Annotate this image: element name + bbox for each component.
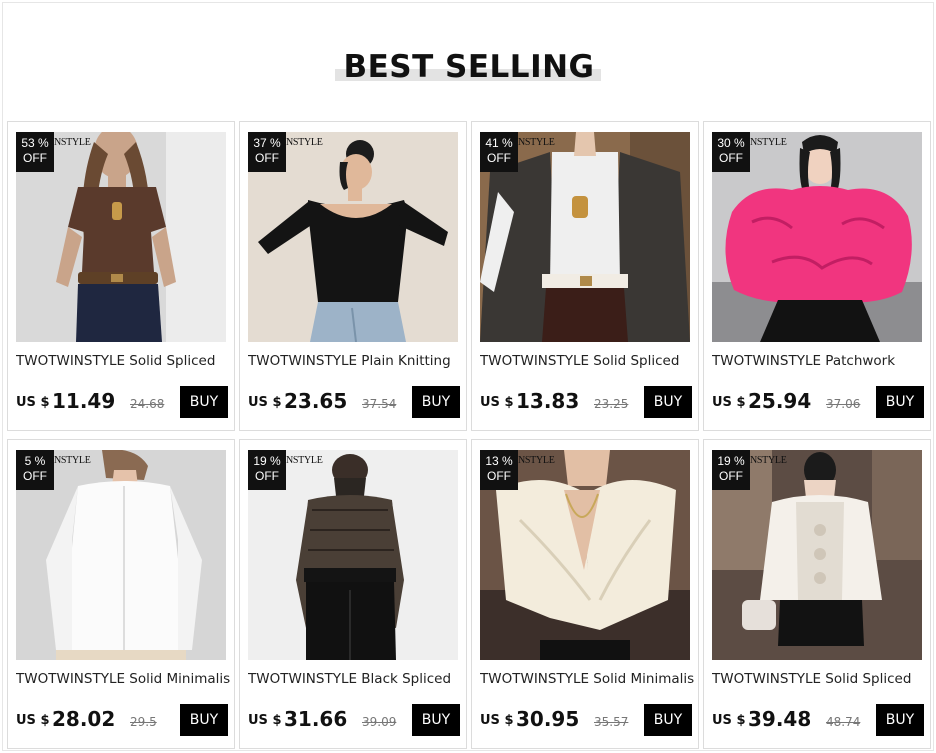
discount-badge: 19 % OFF xyxy=(712,450,750,490)
currency-label: US $ xyxy=(248,395,282,410)
product-card[interactable]: 30 % OFF NSTYLE TWOTWINSTYLE Patchwork U… xyxy=(703,121,931,431)
brand-logo: NSTYLE xyxy=(54,455,91,466)
sale-price: 11.49 xyxy=(52,389,116,413)
discount-badge: 53 % OFF xyxy=(16,132,54,172)
discount-badge: 13 % OFF xyxy=(480,450,518,490)
sale-price: 39.48 xyxy=(748,707,812,731)
discount-percent: 37 % xyxy=(253,136,281,150)
original-price: 48.74 xyxy=(826,715,861,729)
price-row: US $ 25.94 37.06 BUY xyxy=(712,386,926,418)
price-row: US $ 11.49 24.68 BUY xyxy=(16,386,230,418)
brand-logo: NSTYLE xyxy=(286,137,323,148)
product-card[interactable]: 19 % OFF NSTYLE TWOTWINSTYLE Solid Splic… xyxy=(703,439,931,749)
currency-label: US $ xyxy=(16,395,50,410)
product-card[interactable]: 41 % OFF NSTYLE TWOTWINSTYLE Solid Splic… xyxy=(471,121,699,431)
section-title: BEST SELLING xyxy=(343,49,595,85)
discount-off-label: OFF xyxy=(487,151,511,165)
product-card[interactable]: 13 % OFF NSTYLE TWOTWINSTYLE Solid Minim… xyxy=(471,439,699,749)
sale-price: 30.95 xyxy=(516,707,580,731)
original-price: 23.25 xyxy=(594,397,629,411)
sale-price: 25.94 xyxy=(748,389,812,413)
product-title[interactable]: TWOTWINSTYLE Patchwork xyxy=(712,353,926,369)
sale-price: 13.83 xyxy=(516,389,580,413)
discount-off-label: OFF xyxy=(719,151,743,165)
product-title[interactable]: TWOTWINSTYLE Solid Spliced xyxy=(712,671,926,687)
buy-button[interactable]: BUY xyxy=(180,704,228,736)
product-title[interactable]: TWOTWINSTYLE Solid Spliced xyxy=(480,353,694,369)
currency-label: US $ xyxy=(712,395,746,410)
original-price: 37.06 xyxy=(826,397,861,411)
discount-percent: 19 % xyxy=(717,454,745,468)
discount-badge: 5 % OFF xyxy=(16,450,54,490)
price-row: US $ 28.02 29.5 BUY xyxy=(16,704,230,736)
currency-label: US $ xyxy=(480,713,514,728)
sale-price: 23.65 xyxy=(284,389,348,413)
brand-logo: NSTYLE xyxy=(54,137,91,148)
buy-button[interactable]: BUY xyxy=(180,386,228,418)
product-title[interactable]: TWOTWINSTYLE Plain Knitting xyxy=(248,353,462,369)
product-title[interactable]: TWOTWINSTYLE Solid Minimalist xyxy=(16,671,230,687)
price-row: US $ 39.48 48.74 BUY xyxy=(712,704,926,736)
original-price: 37.54 xyxy=(362,397,397,411)
discount-badge: 41 % OFF xyxy=(480,132,518,172)
discount-badge: 37 % OFF xyxy=(248,132,286,172)
discount-percent: 41 % xyxy=(485,136,513,150)
product-title[interactable]: TWOTWINSTYLE Solid Spliced xyxy=(16,353,230,369)
discount-percent: 53 % xyxy=(21,136,49,150)
price-row: US $ 13.83 23.25 BUY xyxy=(480,386,694,418)
buy-button[interactable]: BUY xyxy=(644,704,692,736)
discount-off-label: OFF xyxy=(487,469,511,483)
product-title[interactable]: TWOTWINSTYLE Solid Minimalist xyxy=(480,671,694,687)
buy-button[interactable]: BUY xyxy=(876,704,924,736)
brand-logo: NSTYLE xyxy=(518,137,555,148)
price-row: US $ 23.65 37.54 BUY xyxy=(248,386,462,418)
currency-label: US $ xyxy=(480,395,514,410)
currency-label: US $ xyxy=(248,713,282,728)
section-heading: BEST SELLING xyxy=(3,49,935,95)
buy-button[interactable]: BUY xyxy=(412,386,460,418)
currency-label: US $ xyxy=(712,713,746,728)
discount-off-label: OFF xyxy=(23,151,47,165)
product-card[interactable]: 19 % OFF NSTYLE TWOTWINSTYLE Black Splic… xyxy=(239,439,467,749)
product-card[interactable]: 53 % OFF NSTYLE TWOTWINSTYLE Solid Splic… xyxy=(7,121,235,431)
buy-button[interactable]: BUY xyxy=(876,386,924,418)
discount-off-label: OFF xyxy=(255,469,279,483)
brand-logo: NSTYLE xyxy=(518,455,555,466)
discount-percent: 5 % xyxy=(24,454,46,468)
discount-percent: 19 % xyxy=(253,454,281,468)
price-row: US $ 31.66 39.09 BUY xyxy=(248,704,462,736)
original-price: 39.09 xyxy=(362,715,397,729)
discount-off-label: OFF xyxy=(23,469,47,483)
original-price: 35.57 xyxy=(594,715,629,729)
product-card[interactable]: 37 % OFF NSTYLE TWOTWINSTYLE Plain Knitt… xyxy=(239,121,467,431)
discount-badge: 19 % OFF xyxy=(248,450,286,490)
buy-button[interactable]: BUY xyxy=(412,704,460,736)
brand-logo: NSTYLE xyxy=(286,455,323,466)
original-price: 29.5 xyxy=(130,715,157,729)
currency-label: US $ xyxy=(16,713,50,728)
buy-button[interactable]: BUY xyxy=(644,386,692,418)
brand-logo: NSTYLE xyxy=(750,455,787,466)
discount-off-label: OFF xyxy=(255,151,279,165)
discount-percent: 13 % xyxy=(485,454,513,468)
discount-badge: 30 % OFF xyxy=(712,132,750,172)
price-row: US $ 30.95 35.57 BUY xyxy=(480,704,694,736)
brand-logo: NSTYLE xyxy=(750,137,787,148)
discount-percent: 30 % xyxy=(717,136,745,150)
sale-price: 28.02 xyxy=(52,707,116,731)
original-price: 24.68 xyxy=(130,397,165,411)
sale-price: 31.66 xyxy=(284,707,348,731)
product-card[interactable]: 5 % OFF NSTYLE TWOTWINSTYLE Solid Minima… xyxy=(7,439,235,749)
product-title[interactable]: TWOTWINSTYLE Black Spliced xyxy=(248,671,462,687)
discount-off-label: OFF xyxy=(719,469,743,483)
